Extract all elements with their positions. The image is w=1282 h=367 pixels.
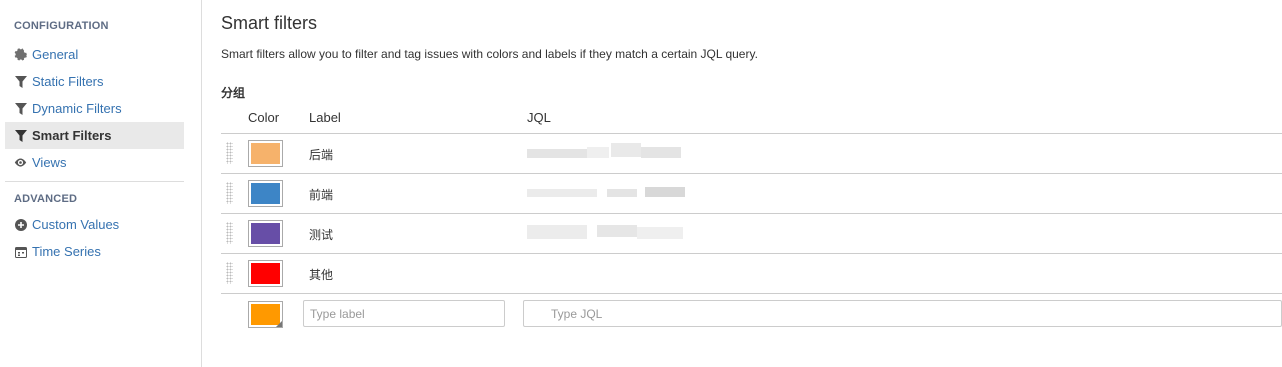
- table-row: 其他: [221, 253, 1282, 293]
- column-header-label: Label: [309, 110, 341, 125]
- color-swatch[interactable]: [248, 140, 283, 167]
- sidebar-item-label: Views: [32, 155, 67, 170]
- sidebar-item-label: Custom Values: [32, 217, 120, 232]
- drag-handle[interactable]: [226, 142, 233, 164]
- funnel-icon: [14, 102, 27, 115]
- sidebar-item-time-series[interactable]: Time Series: [5, 238, 184, 265]
- column-header-color: Color: [248, 110, 280, 125]
- group-name: 分组: [221, 86, 246, 100]
- sidebar-item-label: Dynamic Filters: [32, 101, 122, 116]
- color-swatch[interactable]: [248, 260, 283, 287]
- advanced-section-title: ADVANCED: [14, 193, 78, 205]
- sidebar-item-custom-values[interactable]: Custom Values: [5, 211, 184, 238]
- column-header-jql: JQL: [527, 110, 551, 125]
- main-content: Smart filters Smart filters allow you to…: [221, 0, 1282, 367]
- sidebar-item-label: General: [32, 47, 79, 62]
- sidebar: CONFIGURATION General Static Filters Dyn…: [0, 0, 202, 367]
- new-color-picker[interactable]: [248, 301, 283, 328]
- jql-redacted: [527, 181, 687, 205]
- page-description: Smart filters allow you to filter and ta…: [221, 47, 758, 61]
- row-label[interactable]: 前端: [309, 186, 333, 203]
- row-label[interactable]: 其他: [309, 266, 333, 283]
- sidebar-item-general[interactable]: General: [5, 41, 184, 68]
- row-label[interactable]: 后端: [309, 146, 333, 163]
- row-label[interactable]: 测试: [309, 226, 333, 243]
- new-filter-row: Type label Type JQL: [221, 293, 1282, 333]
- new-label-input[interactable]: Type label: [303, 300, 505, 327]
- drag-handle[interactable]: [226, 182, 233, 204]
- color-fill: [251, 143, 280, 164]
- sidebar-item-label: Static Filters: [32, 74, 104, 89]
- sidebar-item-dynamic-filters[interactable]: Dynamic Filters: [5, 95, 184, 122]
- dropdown-corner-icon: [276, 321, 282, 327]
- page-title: Smart filters: [221, 13, 318, 33]
- table-row: 测试: [221, 213, 1282, 253]
- sidebar-item-smart-filters[interactable]: Smart Filters: [5, 122, 184, 149]
- funnel-icon: [14, 75, 27, 88]
- color-fill: [251, 183, 280, 204]
- color-fill: [251, 223, 280, 244]
- jql-redacted: [527, 141, 687, 165]
- gear-icon: [14, 48, 27, 61]
- drag-handle[interactable]: [226, 222, 233, 244]
- table-row: 后端: [221, 133, 1282, 173]
- configuration-section-title: CONFIGURATION: [14, 20, 109, 32]
- drag-handle[interactable]: [226, 262, 233, 284]
- table-row: 前端: [221, 173, 1282, 213]
- color-swatch[interactable]: [248, 180, 283, 207]
- sidebar-item-static-filters[interactable]: Static Filters: [5, 68, 184, 95]
- sidebar-divider: [5, 181, 184, 182]
- sidebar-item-views[interactable]: Views: [5, 149, 184, 176]
- sidebar-item-label: Smart Filters: [32, 128, 112, 143]
- color-fill: [251, 263, 280, 284]
- sidebar-item-label: Time Series: [32, 244, 101, 259]
- jql-redacted: [527, 221, 687, 245]
- eye-icon: [14, 156, 27, 169]
- calendar-icon: [14, 245, 27, 258]
- funnel-icon: [14, 129, 27, 142]
- color-swatch[interactable]: [248, 220, 283, 247]
- plus-circle-icon: [14, 218, 27, 231]
- new-jql-input[interactable]: Type JQL: [523, 300, 1282, 327]
